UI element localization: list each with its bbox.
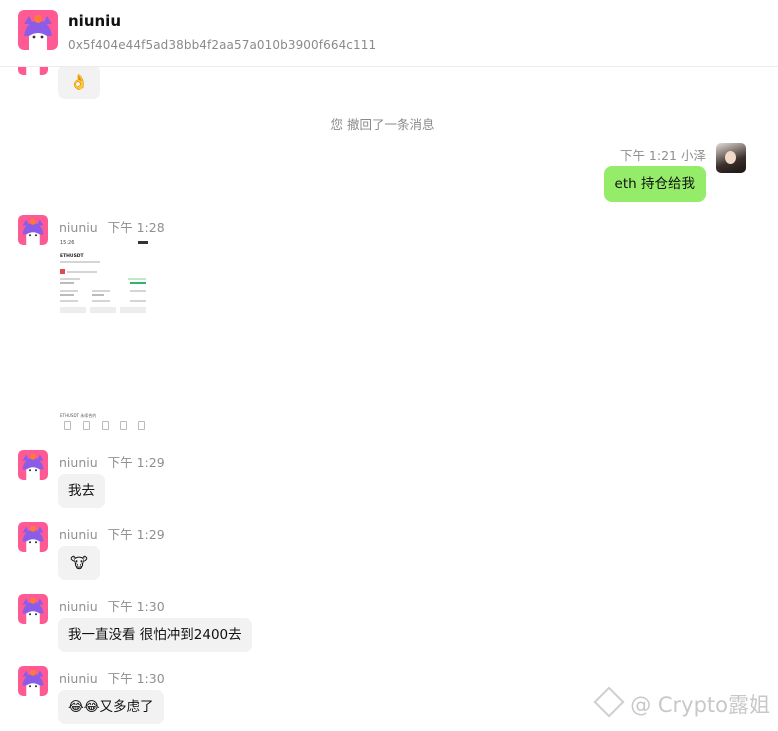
contact-avatar[interactable] — [18, 10, 58, 50]
contact-address: 0x5f404e44f5ad38bb4f2aa57a010b3900f664c1… — [68, 38, 377, 52]
preview-ticker: ETHUSDT — [60, 254, 84, 259]
battery-icon — [138, 241, 148, 244]
message-sender: niuniu — [59, 527, 98, 542]
message-time: 下午 1:21 — [619, 148, 677, 163]
message-bubble[interactable]: 我一直没看 很怕冲到2400去 — [58, 618, 252, 652]
message-sender: 小泽 — [680, 148, 706, 163]
sender-avatar[interactable] — [18, 594, 48, 624]
sender-avatar[interactable] — [18, 67, 48, 75]
message-meta: niuniu 下午 1:28 — [59, 217, 171, 236]
message-sender: niuniu — [59, 671, 98, 686]
message-time: 下午 1:30 — [107, 671, 165, 686]
watermark-logo-icon — [593, 686, 625, 718]
coin-icon — [60, 269, 65, 274]
message-meta: niuniu 下午 1:30 — [59, 596, 171, 615]
my-avatar[interactable] — [716, 143, 746, 173]
screenshot-image[interactable]: 15:26 ETHUSDT ETHUSDT 永续合约 — [58, 238, 150, 434]
preview-status-time: 15:26 — [60, 240, 75, 246]
message-time: 下午 1:29 — [107, 455, 165, 470]
message-meta: niuniu 下午 1:30 — [59, 668, 171, 687]
message-meta: niuniu 下午 1:29 — [59, 524, 171, 543]
my-message-bubble[interactable]: eth 持仓给我 — [603, 166, 706, 202]
chat-header: niuniu 0x5f404e44f5ad38bb4f2aa57a010b390… — [0, 0, 778, 67]
message-bubble[interactable]: 🐮 — [58, 546, 100, 580]
message-meta: 下午 1:21 小泽 — [620, 145, 706, 164]
sender-avatar[interactable] — [18, 215, 48, 245]
sender-avatar[interactable] — [18, 666, 48, 696]
message-meta: niuniu 下午 1:29 — [59, 452, 171, 471]
message-bubble[interactable]: 我去 — [58, 474, 105, 508]
message-sender: niuniu — [59, 220, 98, 235]
recall-notice: 您 撤回了一条消息 — [330, 117, 435, 132]
message-time: 下午 1:28 — [107, 220, 165, 235]
message-sender: niuniu — [59, 455, 98, 470]
message-time: 下午 1:29 — [107, 527, 165, 542]
watermark: @ Crypto露姐 — [593, 686, 770, 719]
watermark-text: @ Crypto露姐 — [630, 693, 770, 717]
sender-avatar[interactable] — [18, 522, 48, 552]
message-time: 下午 1:30 — [107, 599, 165, 614]
message-sender: niuniu — [59, 599, 98, 614]
contact-name: niuniu — [68, 12, 121, 30]
message-bubble[interactable]: 😂😂又多虑了 — [58, 690, 164, 724]
message-list[interactable]: 👌 您 撤回了一条消息 下午 1:21 小泽 eth 持仓给我 niuniu 下… — [0, 67, 778, 731]
message-bubble[interactable]: 👌 — [58, 67, 100, 99]
sender-avatar[interactable] — [18, 450, 48, 480]
preview-footer-label: ETHUSDT 永续合约 — [60, 413, 97, 418]
